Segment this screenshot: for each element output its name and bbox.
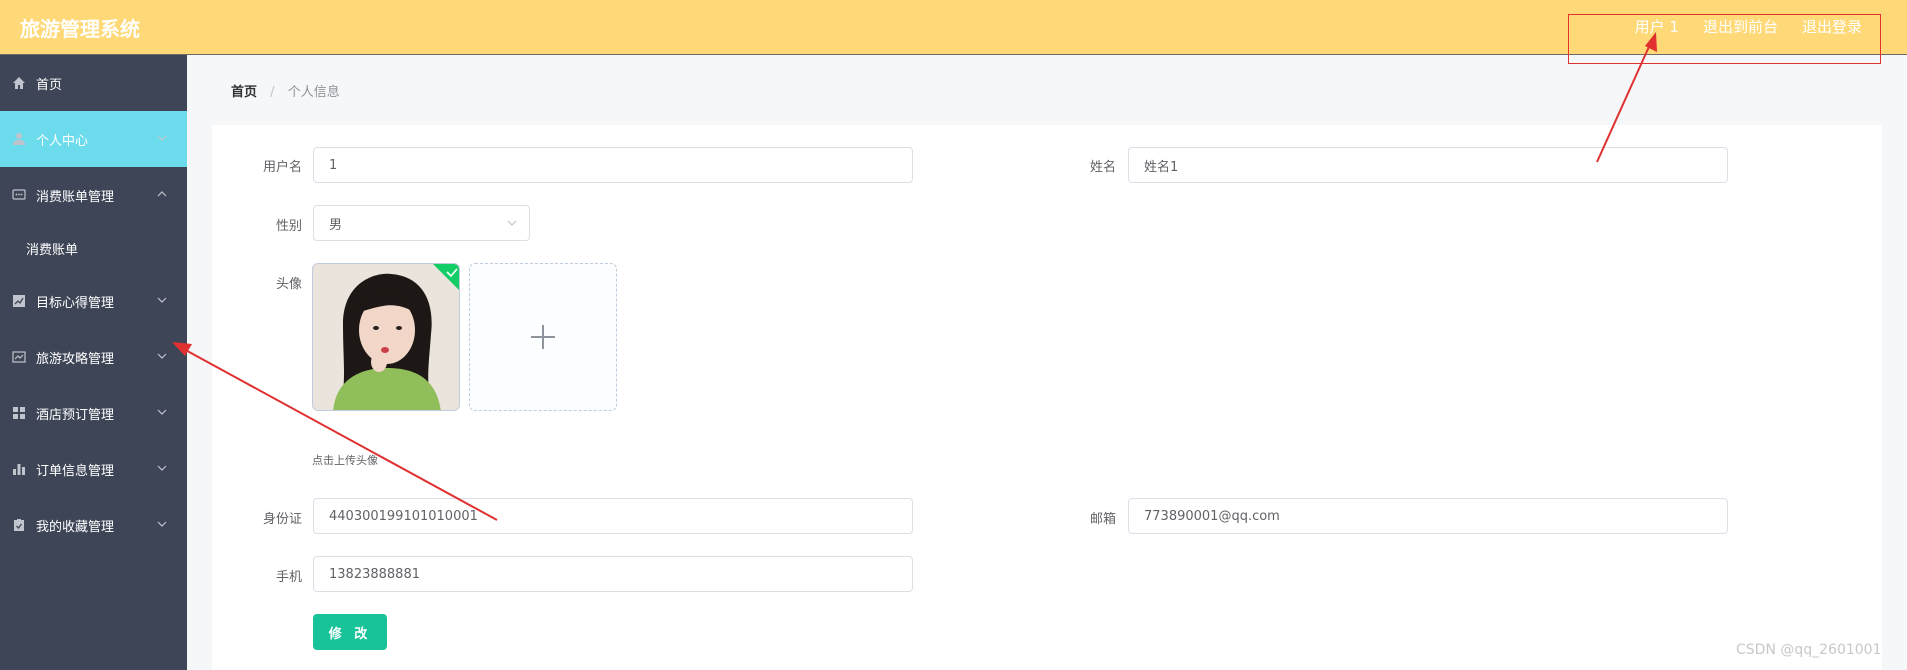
gender-select-value: 男 — [329, 217, 343, 233]
id-card-field[interactable]: 440300199101010001 — [313, 498, 913, 534]
plus-icon — [531, 325, 555, 349]
bar-chart-icon — [12, 462, 26, 476]
chevron-down-icon — [157, 353, 167, 359]
sidebar-item-bill-management[interactable]: 消费账单管理 — [0, 167, 187, 223]
sidebar-item-goal-management[interactable]: 目标心得管理 — [0, 273, 187, 329]
username-field[interactable]: 1 — [313, 147, 913, 183]
chevron-down-icon — [157, 521, 167, 527]
submit-button[interactable]: 修 改 — [313, 614, 387, 650]
chevron-down-icon — [157, 409, 167, 415]
chevron-down-icon — [157, 297, 167, 303]
sidebar-item-label: 酒店预订管理 — [36, 407, 115, 423]
sidebar-item-hotel-booking-management[interactable]: 酒店预订管理 — [0, 385, 187, 441]
name-label: 姓名 — [1089, 160, 1116, 175]
username-label: 用户名 — [262, 160, 302, 175]
avatar-label: 头像 — [275, 277, 302, 292]
sidebar-item-label: 我的收藏管理 — [36, 519, 115, 535]
avatar-photo — [313, 264, 459, 410]
chevron-down-icon — [157, 135, 167, 141]
sidebar-item-travel-guide-management[interactable]: 旅游攻略管理 — [0, 329, 187, 385]
sidebar: 首页 个人中心 消费账单管理 消费账单 目标心得管理 旅游攻略管理 酒店预订管理… — [0, 55, 187, 670]
sidebar-item-order-management[interactable]: 订单信息管理 — [0, 441, 187, 497]
home-icon — [12, 76, 26, 90]
annotation-box — [1568, 14, 1881, 64]
email-field[interactable]: 773890001@qq.com — [1128, 498, 1728, 534]
breadcrumb-home[interactable]: 首页 — [231, 85, 257, 100]
breadcrumb: 首页 / 个人信息 — [231, 81, 340, 100]
sidebar-item-label: 消费账单 — [26, 242, 79, 258]
gender-select[interactable]: 男 — [313, 205, 530, 241]
upload-tip: 点击上传头像 — [312, 454, 378, 467]
breadcrumb-current: 个人信息 — [287, 85, 340, 100]
chevron-up-icon — [157, 191, 167, 197]
chart-icon — [12, 294, 26, 308]
sidebar-item-label: 旅游攻略管理 — [36, 351, 115, 367]
user-icon — [12, 132, 26, 146]
watermark: CSDN @qq_2601001 — [1736, 642, 1882, 658]
chevron-down-icon — [157, 465, 167, 471]
avatar-upload-button[interactable] — [469, 263, 617, 411]
app-title: 旅游管理系统 — [20, 17, 140, 41]
sidebar-item-home[interactable]: 首页 — [0, 55, 187, 111]
phone-field[interactable]: 13823888881 — [313, 556, 913, 592]
sidebar-item-label: 首页 — [36, 77, 63, 93]
name-field[interactable]: 姓名1 — [1128, 147, 1728, 183]
clipboard-icon — [12, 518, 26, 532]
sidebar-subitem-bill[interactable]: 消费账单 — [0, 223, 187, 273]
breadcrumb-separator: / — [270, 85, 275, 100]
chat-icon — [12, 188, 26, 202]
avatar-image[interactable] — [312, 263, 460, 411]
sidebar-item-label: 个人中心 — [36, 133, 89, 149]
gender-label: 性别 — [275, 219, 302, 234]
trend-icon — [12, 350, 26, 364]
grid-icon — [12, 406, 26, 420]
sidebar-item-label: 订单信息管理 — [36, 463, 115, 479]
sidebar-item-label: 目标心得管理 — [36, 295, 115, 311]
sidebar-item-favorites-management[interactable]: 我的收藏管理 — [0, 497, 187, 553]
chevron-down-icon — [507, 220, 517, 226]
sidebar-item-label: 消费账单管理 — [36, 189, 115, 205]
phone-label: 手机 — [275, 570, 302, 585]
id-card-label: 身份证 — [262, 512, 302, 527]
sidebar-item-personal-center[interactable]: 个人中心 — [0, 111, 187, 167]
email-label: 邮箱 — [1089, 512, 1116, 527]
